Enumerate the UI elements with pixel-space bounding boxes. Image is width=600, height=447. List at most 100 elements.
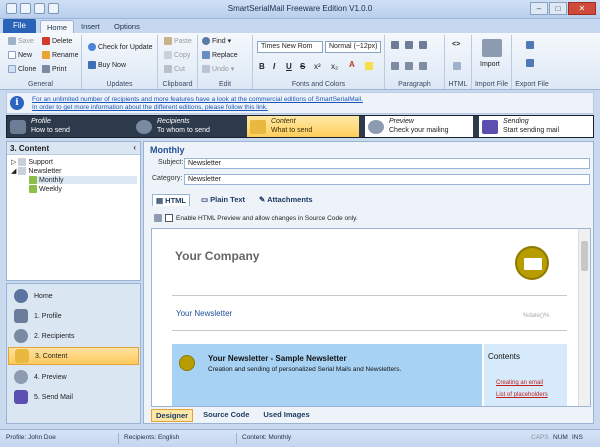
highlight-button[interactable] [365, 62, 373, 70]
expand-icon[interactable]: ▷ [11, 158, 16, 166]
strikethrough-button[interactable]: S [300, 62, 305, 71]
group-fonts: Times New Rom Normal (~12px) B I U S x² … [253, 35, 385, 89]
title-bar: SmartSerialMail Freeware Edition V1.0.0 … [0, 0, 600, 19]
step-preview[interactable]: Preview Check your mailing [365, 116, 473, 137]
nav-home[interactable]: Home [8, 287, 139, 305]
step-desc: Check your mailing [389, 127, 449, 134]
clone-icon [8, 65, 16, 73]
align-left-icon[interactable] [391, 62, 399, 70]
subject-field[interactable]: Newsletter [184, 158, 590, 169]
cut-button[interactable]: Cut [164, 65, 185, 73]
print-button[interactable]: Print [42, 65, 66, 73]
info-link-more[interactable]: In order to get more information about t… [32, 104, 268, 111]
subscript-button[interactable]: x₂ [331, 62, 338, 71]
html-preview[interactable]: Your Company Your Newsletter %date()% Yo… [151, 228, 591, 407]
delete-button[interactable]: Delete [42, 37, 72, 45]
font-color-button[interactable]: A [349, 60, 355, 69]
window-title: SmartSerialMail Freeware Edition V1.0.0 [227, 4, 373, 13]
numbered-list-icon[interactable] [405, 41, 413, 49]
clone-button[interactable]: Clone [8, 65, 36, 73]
save-button[interactable]: Save [8, 37, 34, 45]
rename-button[interactable]: Rename [42, 51, 78, 59]
tab-attachments[interactable]: ✎ Attachments [256, 194, 316, 206]
step-name: Profile [31, 118, 51, 125]
bold-button[interactable]: B [259, 62, 265, 71]
profile-icon [14, 309, 28, 323]
tab-file[interactable]: File [3, 19, 36, 33]
html-preview-checkbox[interactable] [165, 214, 173, 222]
delete-icon [42, 37, 50, 45]
copy-button[interactable]: Copy [164, 51, 190, 59]
tab-designer[interactable]: Designer [151, 409, 194, 422]
nav-send-mail[interactable]: 5. Send Mail [8, 388, 139, 406]
maximize-button[interactable]: □ [549, 2, 567, 15]
export-button[interactable] [526, 41, 534, 49]
group-label: Paragraph [398, 81, 431, 88]
italic-button[interactable]: I [273, 62, 275, 71]
nav-preview[interactable]: 4. Preview [8, 368, 139, 386]
html-tag-icon[interactable]: <> [452, 41, 460, 48]
collapse-icon[interactable]: ‹ [133, 143, 136, 152]
info-link-editions[interactable]: For an unlimited number of recipients an… [32, 96, 363, 103]
envelope-shape [524, 258, 542, 270]
send-icon [482, 120, 498, 134]
indent-icon[interactable] [419, 41, 427, 49]
step-sending[interactable]: Sending Start sending mail [479, 116, 593, 137]
tree-item-weekly[interactable]: Weekly [29, 185, 62, 193]
people-icon [136, 120, 152, 134]
tab-options[interactable]: Options [108, 20, 146, 33]
table-button[interactable] [453, 62, 461, 70]
undo-button[interactable]: Undo ▾ [202, 65, 234, 73]
tree-item-monthly[interactable]: Monthly [29, 176, 137, 184]
nav-content[interactable]: 3. Content [8, 347, 139, 365]
copy-icon [164, 51, 172, 59]
tree-item-newsletter[interactable]: ◢ Newsletter [11, 167, 61, 175]
align-center-icon[interactable] [405, 62, 413, 70]
tab-label: HTML [165, 196, 186, 205]
tab-home[interactable]: Home [40, 20, 75, 33]
nav-profile[interactable]: 1. Profile [8, 307, 139, 325]
globe-icon [88, 43, 96, 51]
bullet-list-icon[interactable] [391, 41, 399, 49]
contents-link[interactable]: Creating an email [496, 380, 543, 386]
tab-plain-text[interactable]: ▭ Plain Text [198, 194, 248, 206]
font-family-select[interactable]: Times New Rom [257, 41, 323, 53]
export-html-button[interactable] [526, 59, 534, 67]
tab-source-code[interactable]: Source Code [199, 409, 253, 422]
tab-used-images[interactable]: Used Images [259, 409, 313, 422]
subject-label: Subject: [158, 159, 184, 166]
preview-scrollbar[interactable] [578, 229, 590, 406]
new-button[interactable]: New [8, 51, 32, 59]
category-select[interactable]: Newsletter [184, 174, 590, 185]
collapse-arrow-icon[interactable]: ◢ [11, 167, 16, 175]
contents-link[interactable]: List of placeholders [496, 392, 548, 398]
step-recipients[interactable]: Recipients To whom to send [133, 116, 239, 137]
rename-icon [42, 51, 50, 59]
find-button[interactable]: Find ▾ [202, 37, 231, 45]
tree-item-label: Support [28, 158, 53, 166]
underline-button[interactable]: U [286, 62, 292, 71]
check-update-button[interactable]: Check for Update [88, 43, 152, 51]
minimize-button[interactable]: – [530, 2, 548, 15]
replace-button[interactable]: Replace [202, 51, 238, 59]
pencil-icon [10, 120, 26, 134]
font-size-select[interactable]: Normal (~12px) [325, 41, 381, 53]
tab-label: Plain Text [210, 195, 246, 204]
tree-item-support[interactable]: ▷ Support [11, 158, 53, 166]
content-icon [15, 349, 29, 363]
tab-insert[interactable]: Insert [75, 20, 106, 33]
info-icon: i [10, 96, 24, 110]
status-profile: Profile: John Doe [6, 434, 56, 441]
scrollbar-thumb[interactable] [581, 241, 588, 271]
superscript-button[interactable]: x² [314, 62, 321, 71]
buy-now-button[interactable]: Buy Now [88, 61, 126, 69]
paste-button[interactable]: Paste [164, 37, 192, 45]
align-right-icon[interactable] [419, 62, 427, 70]
nav-recipients[interactable]: 2. Recipients [8, 327, 139, 345]
step-profile[interactable]: Profile How to send [7, 116, 125, 137]
tab-html[interactable]: ▤ HTML [152, 194, 190, 206]
step-content[interactable]: Content What to send [247, 116, 359, 137]
close-button[interactable]: ✕ [568, 2, 596, 15]
import-button[interactable]: Import [480, 61, 500, 68]
company-heading: Your Company [175, 249, 260, 263]
